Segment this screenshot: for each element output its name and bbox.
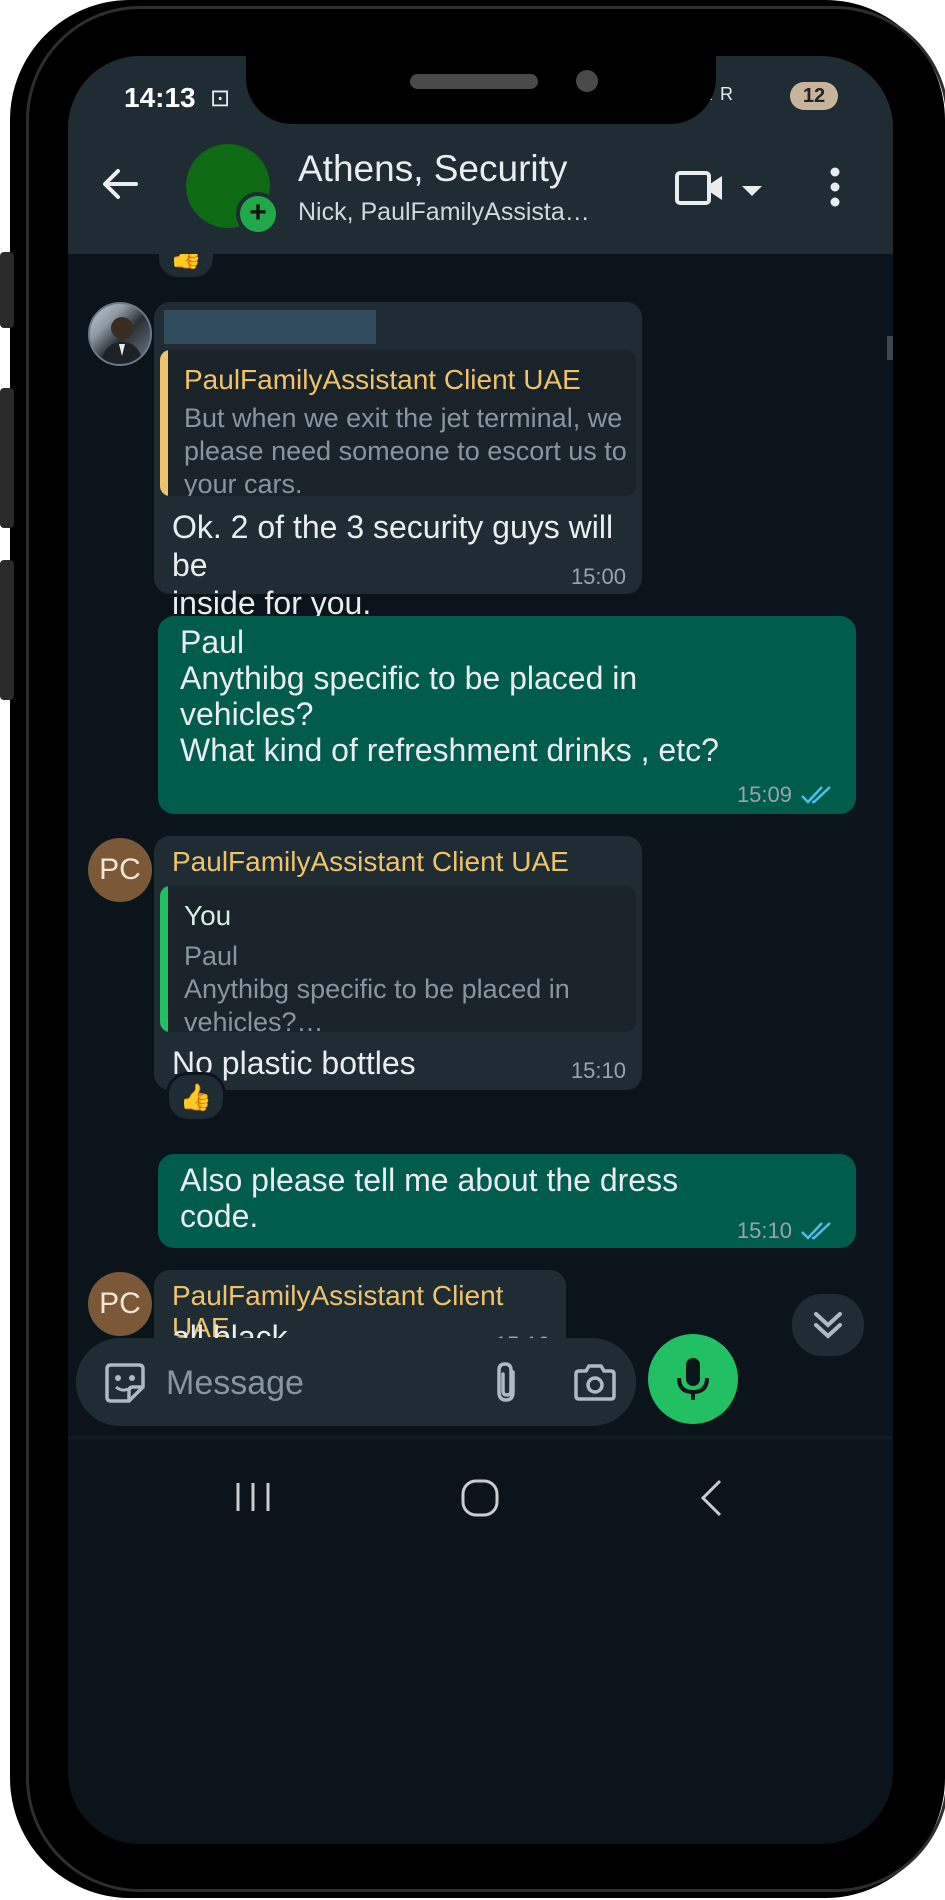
camera-notch <box>246 56 716 124</box>
read-receipt-icon <box>801 786 831 804</box>
more-vert-icon[interactable] <box>828 166 842 208</box>
chat-title[interactable]: Athens, Security <box>298 148 567 190</box>
message-time: 15:10 <box>736 1218 792 1243</box>
volume-down-button <box>0 388 14 528</box>
quoted-text: Paul Anythibg specific to be placed in v… <box>184 941 570 1032</box>
phone-screen: 14:13 ⊡ R R 12 + Athens, Security Nick, … <box>68 56 893 1844</box>
battery-level: 12 <box>802 85 826 107</box>
message-bubble[interactable]: Also please tell me about the dress code… <box>158 1154 856 1248</box>
quoted-sender: You <box>184 900 232 931</box>
avatar-initials: PC <box>99 1287 141 1320</box>
read-receipt-icon <box>801 1222 831 1240</box>
add-participant-icon[interactable]: + <box>236 192 280 236</box>
message-bubble[interactable]: PaulFamilyAssistant Client UAE You Paul … <box>154 836 642 1090</box>
person-photo-icon <box>100 317 144 364</box>
reaction-emoji: 👍 <box>169 254 203 270</box>
nav-divider <box>68 1436 893 1439</box>
message-text: Also please tell me about the dress code… <box>180 1162 679 1234</box>
message-bubble[interactable]: Paul Anythibg specific to be placed in v… <box>158 616 856 814</box>
volume-up-button <box>0 252 14 328</box>
quoted-message[interactable]: You Paul Anythibg specific to be placed … <box>160 886 636 1032</box>
camera-icon[interactable] <box>572 1360 618 1406</box>
message-composer: Message <box>68 1326 893 1436</box>
recents-icon[interactable] <box>232 1480 274 1514</box>
front-camera <box>576 70 598 92</box>
status-time: 14:13 <box>124 82 196 113</box>
power-button <box>0 560 14 700</box>
chat-header: + Athens, Security Nick, PaulFamilyAssis… <box>68 132 893 254</box>
paperclip-icon[interactable] <box>488 1360 526 1406</box>
screenshot-icon: ⊡ <box>210 85 231 112</box>
message-time: 15:09 <box>736 782 792 807</box>
message-time: 15:00 <box>570 564 626 589</box>
sticker-icon[interactable] <box>102 1360 148 1406</box>
back-icon[interactable] <box>698 1478 724 1518</box>
avatar-initials: PC <box>99 853 141 886</box>
sender-avatar[interactable] <box>88 302 152 366</box>
quote-accent-bar <box>160 886 168 1032</box>
chevron-down-icon[interactable] <box>740 184 764 198</box>
earpiece-speaker <box>410 74 538 89</box>
scrollbar[interactable] <box>887 336 893 360</box>
message-placeholder: Message <box>166 1364 304 1402</box>
quoted-text: But when we exit the jet terminal, we pl… <box>184 403 627 496</box>
mic-icon <box>677 1358 709 1400</box>
message-list[interactable]: 👍 PaulFamilyAssistant Client UAE But whe… <box>68 254 893 1419</box>
sender-name[interactable]: PaulFamilyAssistant Client UAE <box>172 846 569 878</box>
back-arrow-icon[interactable] <box>96 160 144 208</box>
reaction-badge[interactable]: 👍 <box>156 254 216 280</box>
quoted-message[interactable]: PaulFamilyAssistant Client UAE But when … <box>160 350 636 496</box>
message-bubble[interactable]: PaulFamilyAssistant Client UAE But when … <box>154 302 642 621</box>
video-call-icon[interactable] <box>674 168 726 208</box>
system-nav-bar <box>68 1436 893 1844</box>
quoted-sender: PaulFamilyAssistant Client UAE <box>184 364 581 395</box>
reaction-emoji: 👍 <box>179 1082 213 1112</box>
message-input[interactable]: Message <box>76 1338 636 1426</box>
reaction-badge[interactable]: 👍 <box>166 1072 226 1122</box>
quote-accent-bar <box>160 350 168 496</box>
battery-icon: 12 <box>790 82 838 110</box>
sender-avatar[interactable]: PC <box>88 838 152 902</box>
scroll-to-bottom-button[interactable] <box>792 1294 864 1356</box>
redacted-sender-name <box>164 310 376 344</box>
voice-message-button[interactable] <box>648 1334 738 1424</box>
chat-participants[interactable]: Nick, PaulFamilyAssista… <box>298 198 590 227</box>
message-time: 15:10 <box>570 1058 626 1083</box>
double-chevron-down-icon <box>814 1312 842 1339</box>
home-icon[interactable] <box>460 1478 500 1518</box>
message-text: Paul Anythibg specific to be placed in v… <box>180 624 719 768</box>
